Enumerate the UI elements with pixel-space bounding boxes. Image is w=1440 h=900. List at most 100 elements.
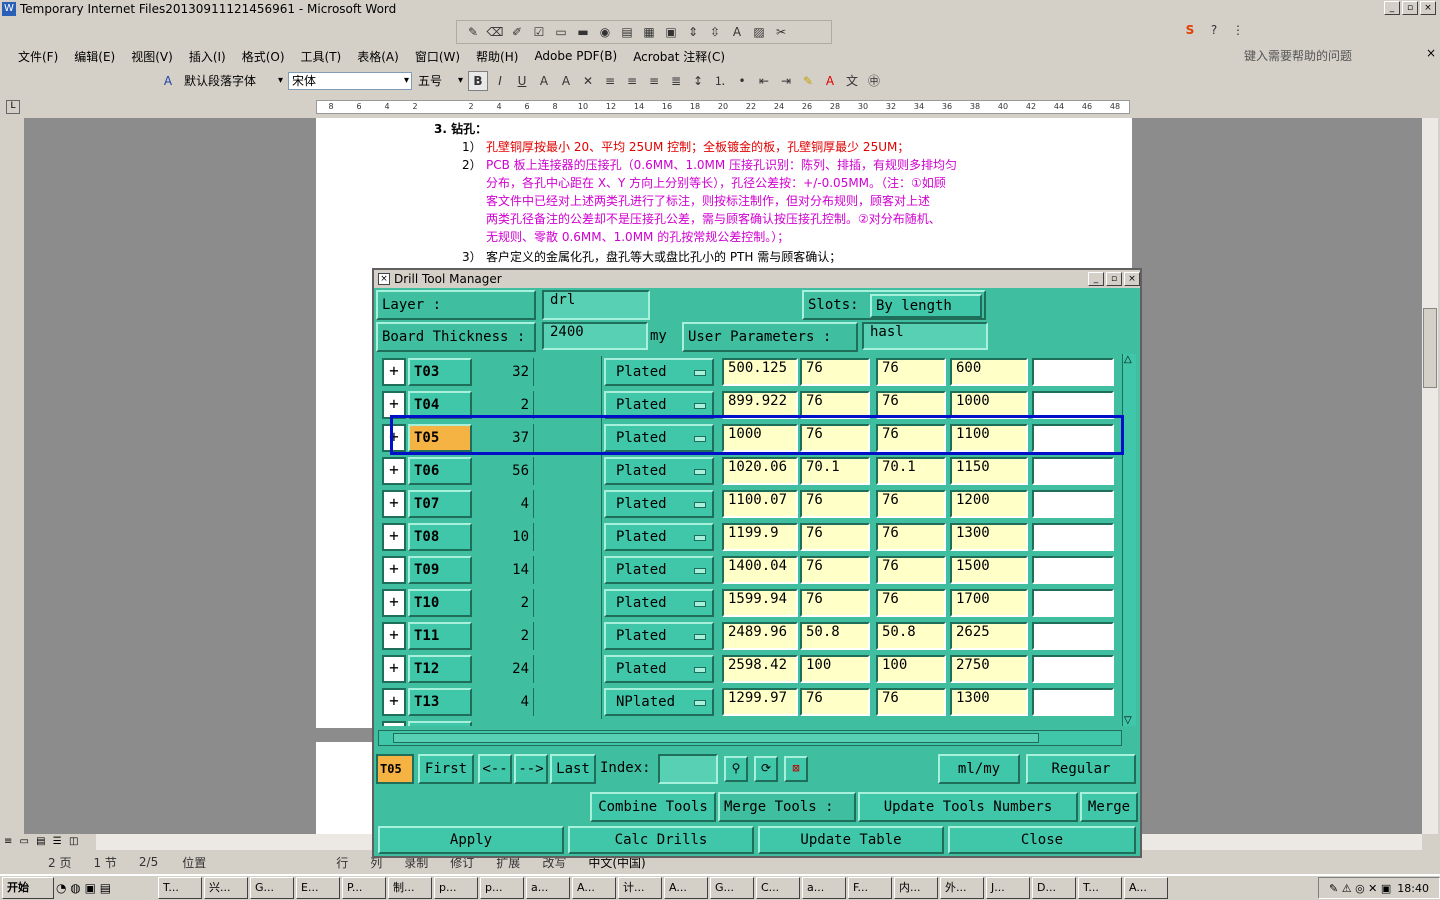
size-field[interactable]: 1700 [950, 589, 1028, 617]
tool-row[interactable]: + T06 56 Plated 1020.06 70.1 70.1 1150 [380, 455, 1126, 488]
taskbar-item[interactable]: a... [526, 877, 570, 899]
close-button[interactable]: × [1420, 1, 1436, 15]
tool-name[interactable]: T11 [408, 622, 472, 650]
help-icon[interactable]: ? [1204, 20, 1224, 40]
dialog-maximize-button[interactable]: ▫ [1106, 272, 1122, 286]
font-select[interactable]: 宋体 [288, 72, 412, 90]
taskbar-item[interactable]: a... [802, 877, 846, 899]
size-field[interactable]: 76 [800, 688, 870, 716]
menu-insert[interactable]: 插入(I) [181, 48, 234, 65]
highlight-icon[interactable]: ✎ [798, 71, 818, 91]
size-field[interactable]: 600 [950, 358, 1028, 386]
increase-indent-icon[interactable]: ⇥ [776, 71, 796, 91]
size-field[interactable]: 500.125 [722, 358, 798, 386]
merge-button[interactable]: Merge [1080, 792, 1138, 822]
units-dropdown[interactable]: ml/my [938, 754, 1020, 784]
taskbar-item[interactable]: T... [1078, 877, 1122, 899]
menu-view[interactable]: 视图(V) [123, 48, 181, 65]
decrease-indent-icon[interactable]: ⇤ [754, 71, 774, 91]
size-field[interactable]: 76 [876, 688, 946, 716]
size-field[interactable]: 1299.97 [722, 688, 798, 716]
scale-icon[interactable]: ✕ [578, 71, 598, 91]
size-field[interactable]: 1199.9 [722, 523, 798, 551]
clear-icon[interactable]: ⊠ [784, 756, 808, 782]
minimize-button[interactable]: _ [1384, 1, 1400, 15]
edit-icon[interactable]: ✐ [507, 22, 527, 42]
tool-name[interactable]: T12 [408, 655, 472, 683]
size-field[interactable]: 1300 [950, 688, 1028, 716]
mode-dropdown[interactable]: Regular [1026, 754, 1136, 784]
expand-icon[interactable]: + [382, 622, 406, 650]
expand-icon[interactable]: + [382, 688, 406, 716]
last-button[interactable]: Last [550, 754, 596, 784]
size-field[interactable]: 76 [876, 358, 946, 386]
expand-icon[interactable]: + [382, 523, 406, 551]
size-field[interactable]: 76 [800, 490, 870, 518]
comment-field[interactable] [1032, 589, 1114, 617]
menu-help[interactable]: 帮助(H) [468, 48, 526, 65]
help-search-input[interactable]: 键入需要帮助的问题 [1244, 46, 1420, 66]
plating-dropdown[interactable]: Plated [604, 490, 714, 518]
taskbar-item[interactable]: 外... [940, 877, 984, 899]
size-field[interactable]: 76 [876, 490, 946, 518]
size-field[interactable]: 1020.06 [722, 457, 798, 485]
comment-field[interactable] [1032, 457, 1114, 485]
image-icon[interactable]: ▨ [749, 22, 769, 42]
bullets-icon[interactable]: • [732, 71, 752, 91]
tray-icons[interactable]: ✎ ⚠ ◎ ✕ ▣ [1329, 882, 1391, 895]
prev-button[interactable]: <-- [478, 754, 512, 784]
size-field[interactable]: 76 [800, 523, 870, 551]
eraser-icon[interactable]: ⌫ [485, 22, 505, 42]
table-vertical-scrollbar[interactable]: △ ▽ [1122, 354, 1136, 726]
tool-row[interactable]: + T13 4 NPlated 1299.97 76 76 1300 [380, 686, 1126, 719]
taskbar-item[interactable]: A... [1124, 877, 1168, 899]
tool-name[interactable]: T10 [408, 589, 472, 617]
tool-row[interactable]: + T08 10 Plated 1199.9 76 76 1300 [380, 521, 1126, 554]
apply-button[interactable]: Apply [378, 826, 564, 854]
sogou-icon[interactable]: S [1180, 20, 1200, 40]
align-icon[interactable]: ⇕ [683, 22, 703, 42]
menu-window[interactable]: 窗口(W) [407, 48, 468, 65]
taskbar-item[interactable]: G... [710, 877, 754, 899]
tool-name[interactable]: T13 [408, 688, 472, 716]
taskbar-item[interactable]: D... [1032, 877, 1076, 899]
plating-dropdown[interactable]: Plated [604, 622, 714, 650]
taskbar-item[interactable]: J... [986, 877, 1030, 899]
styles-icon[interactable]: A [158, 71, 178, 91]
plating-dropdown[interactable]: Plated [604, 556, 714, 584]
textfield-icon[interactable]: ▭ [551, 22, 571, 42]
numbering-icon[interactable]: ⒈ [710, 71, 730, 91]
expand-icon[interactable]: + [382, 490, 406, 518]
tool-row[interactable]: + T03 32 Plated 500.125 76 76 600 [380, 356, 1126, 389]
menu-file[interactable]: 文件(F) [10, 48, 66, 65]
tool-row[interactable]: + T07 4 Plated 1100.07 76 76 1200 [380, 488, 1126, 521]
size-field[interactable]: 70.1 [800, 457, 870, 485]
comment-field[interactable] [1032, 556, 1114, 584]
align-center-icon[interactable]: ≡ [622, 71, 642, 91]
taskbar-item[interactable]: G... [250, 877, 294, 899]
options-icon[interactable]: ⋮ [1228, 20, 1248, 40]
size-field[interactable]: 76 [800, 589, 870, 617]
taskbar-item[interactable]: F... [848, 877, 892, 899]
size-field[interactable]: 1599.94 [722, 589, 798, 617]
tool-row[interactable]: + T10 2 Plated 1599.94 76 76 1700 [380, 587, 1126, 620]
radio-icon[interactable]: ◉ [595, 22, 615, 42]
font-color-icon[interactable]: A [820, 71, 840, 91]
phonetic-icon[interactable]: 文 [842, 71, 862, 91]
layer-field[interactable]: drl [542, 290, 650, 320]
table-horizontal-scrollbar[interactable] [378, 730, 1122, 746]
comment-field[interactable] [1032, 655, 1114, 683]
tool-name[interactable]: T08 [408, 523, 472, 551]
size-field[interactable]: 1100.07 [722, 490, 798, 518]
size-field[interactable]: 50.8 [876, 622, 946, 650]
size-field[interactable]: 70.1 [876, 457, 946, 485]
tab-selector-icon[interactable]: L [6, 100, 20, 114]
tool-row[interactable]: + T09 14 Plated 1400.04 76 76 1500 [380, 554, 1126, 587]
taskbar-item[interactable]: T... [158, 877, 202, 899]
close-dialog-button[interactable]: Close [948, 826, 1136, 854]
slots-dropdown[interactable]: By length [870, 294, 982, 318]
frame-icon[interactable]: ▣ [661, 22, 681, 42]
update-tool-numbers-dropdown[interactable]: Update Tools Numbers [858, 792, 1078, 822]
expand-icon[interactable]: + [382, 358, 406, 386]
line-icon[interactable]: ▬ [573, 22, 593, 42]
